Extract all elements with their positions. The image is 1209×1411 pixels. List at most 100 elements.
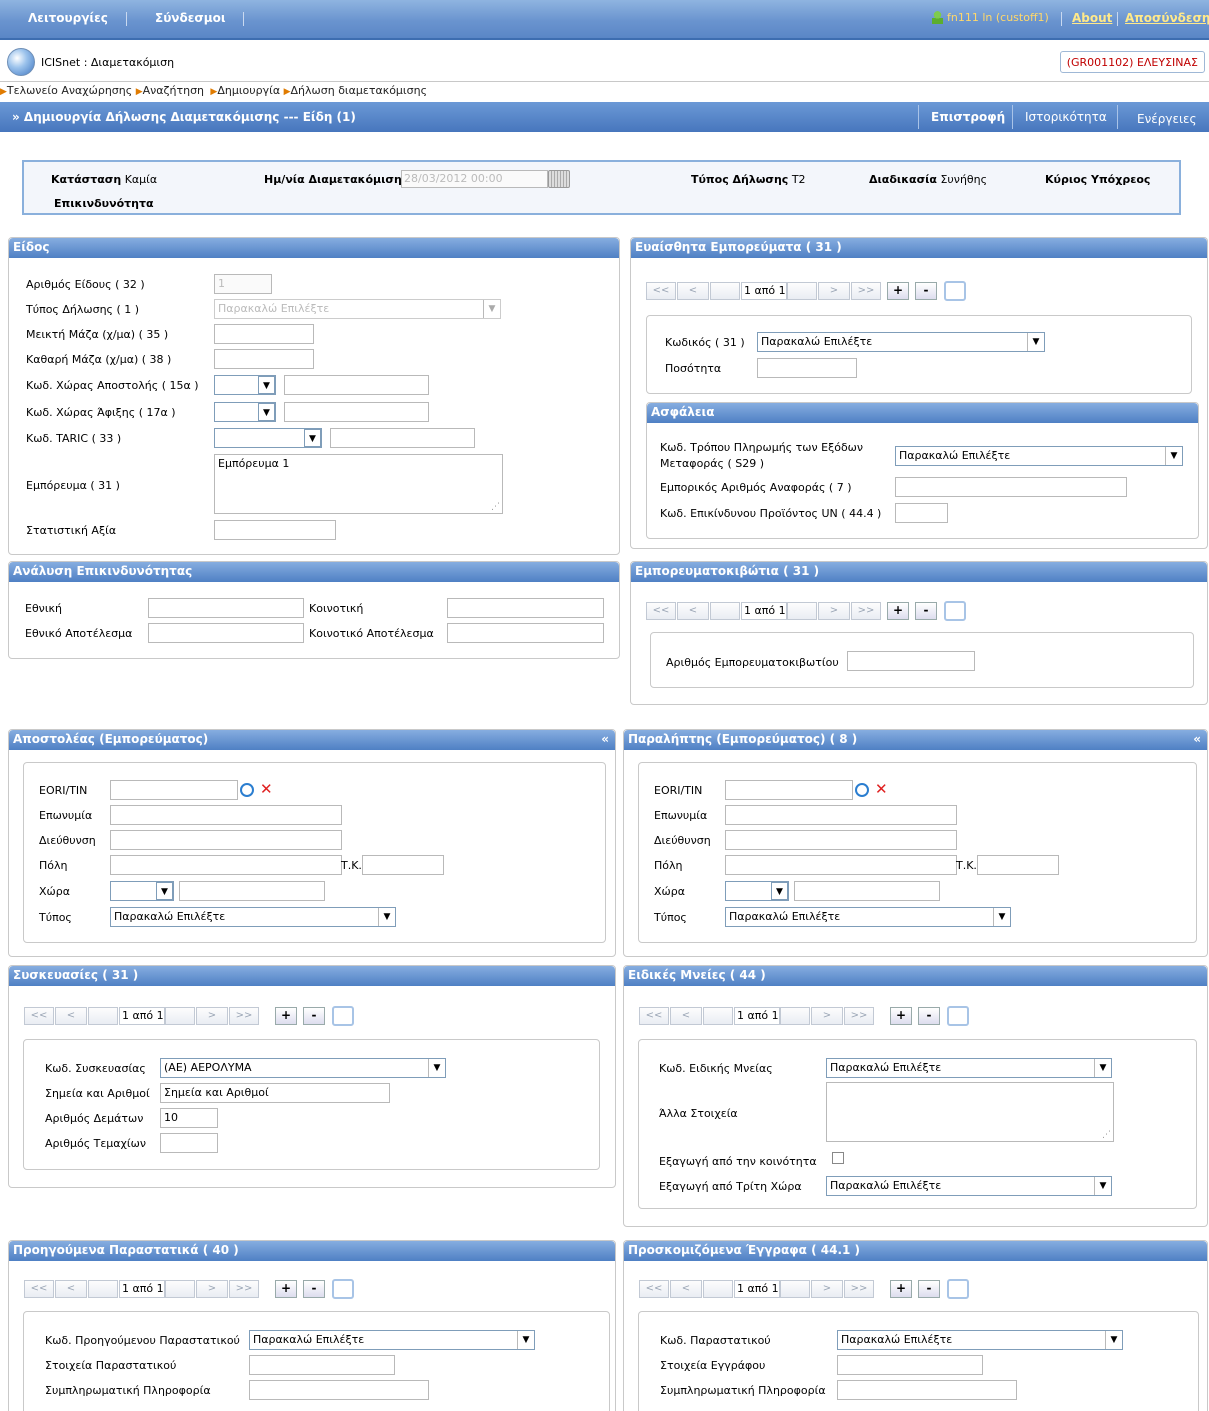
doc-info-field[interactable] (837, 1380, 1017, 1400)
last-page-button[interactable]: >> (229, 1280, 259, 1298)
first-page-button[interactable]: << (646, 602, 676, 620)
next-page-button[interactable]: > (811, 1280, 843, 1298)
prev-doc-info-field[interactable] (249, 1380, 429, 1400)
remove-row-button[interactable]: - (918, 1280, 940, 1298)
dispatch-country-name-field[interactable] (284, 375, 429, 395)
goods-description-textarea[interactable]: Εμπόρευμα 1 ⋰ (214, 454, 503, 514)
prev-page-button[interactable]: < (670, 1280, 702, 1298)
national-field[interactable] (148, 598, 304, 618)
taric-select[interactable]: ▼ (214, 428, 322, 448)
community-field[interactable] (447, 598, 604, 618)
close-icon[interactable]: ✕ (875, 780, 888, 798)
package-kind-select[interactable]: (AE) ΑΕΡΟΛΥΜΑ ▼ (160, 1058, 446, 1078)
remove-row-button[interactable]: - (303, 1007, 325, 1025)
prev-doc-data-field[interactable] (249, 1355, 395, 1375)
container-number-field[interactable] (847, 651, 975, 671)
marks-field[interactable]: Σημεία και Αριθμοί (160, 1083, 390, 1103)
consignor-country-name-field[interactable] (179, 881, 325, 901)
prev-page-button[interactable]: < (55, 1280, 87, 1298)
prev-page-button[interactable]: < (677, 602, 709, 620)
collapse-icon[interactable]: « (601, 732, 609, 746)
consignor-country-select[interactable]: ▼ (110, 881, 174, 901)
other-info-textarea[interactable]: ⋰ (826, 1082, 1114, 1142)
consignee-country-name-field[interactable] (794, 881, 940, 901)
consignee-city-field[interactable] (725, 855, 957, 875)
consignor-zip-field[interactable] (362, 855, 444, 875)
consignor-name-field[interactable] (110, 805, 342, 825)
add-row-button[interactable]: + (275, 1280, 297, 1298)
last-page-button[interactable]: >> (851, 282, 881, 300)
first-page-button[interactable]: << (639, 1280, 669, 1298)
grid-icon[interactable] (332, 1006, 354, 1026)
about-link[interactable]: About (1072, 11, 1112, 25)
first-page-button[interactable]: << (24, 1280, 54, 1298)
last-page-button[interactable]: >> (844, 1280, 874, 1298)
net-mass-field[interactable] (214, 349, 314, 369)
grid-icon[interactable] (332, 1279, 354, 1299)
prev-page-button[interactable]: < (670, 1007, 702, 1025)
doc-data-field[interactable] (837, 1355, 983, 1375)
menu-functions[interactable]: Λειτουργίες (28, 11, 108, 25)
remove-row-button[interactable]: - (915, 282, 937, 300)
breadcrumb-item[interactable]: Δημιουργία (217, 84, 280, 97)
export-tc-select[interactable]: Παρακαλώ Επιλέξτε ▼ (826, 1176, 1112, 1196)
un-code-field[interactable] (895, 503, 948, 523)
next-page-button[interactable]: > (818, 282, 850, 300)
next-page-button[interactable]: > (196, 1007, 228, 1025)
consignor-eori-field[interactable] (110, 780, 238, 800)
grid-icon[interactable] (947, 1279, 969, 1299)
add-row-button[interactable]: + (275, 1007, 297, 1025)
special-code-select[interactable]: Παρακαλώ Επιλέξτε ▼ (826, 1058, 1112, 1078)
consignee-zip-field[interactable] (977, 855, 1059, 875)
dispatch-country-select[interactable]: ▼ (214, 375, 276, 395)
sensitive-code-select[interactable]: Παρακαλώ Επιλέξτε ▼ (757, 332, 1045, 352)
consignor-type-select[interactable]: Παρακαλώ Επιλέξτε ▼ (110, 907, 396, 927)
grid-icon[interactable] (947, 1006, 969, 1026)
collapse-icon[interactable]: « (1193, 732, 1201, 746)
prev-page-button[interactable]: < (55, 1007, 87, 1025)
breadcrumb-item[interactable]: Τελωνείο Αναχώρησης (7, 84, 132, 97)
add-row-button[interactable]: + (890, 1007, 912, 1025)
back-button[interactable]: Επιστροφή (931, 110, 1005, 124)
payment-method-select[interactable]: Παρακαλώ Επιλέξτε ▼ (895, 446, 1183, 466)
consignee-type-select[interactable]: Παρακαλώ Επιλέξτε ▼ (725, 907, 1011, 927)
remove-row-button[interactable]: - (915, 602, 937, 620)
calendar-icon[interactable] (548, 170, 570, 188)
consignee-address-field[interactable] (725, 830, 957, 850)
breadcrumb-item[interactable]: Αναζήτηση (143, 84, 204, 97)
national-result-field[interactable] (148, 623, 304, 643)
destination-country-name-field[interactable] (284, 402, 429, 422)
add-row-button[interactable]: + (887, 282, 909, 300)
actions-button[interactable]: Ενέργειες (1137, 112, 1197, 126)
consignee-country-select[interactable]: ▼ (725, 881, 789, 901)
consignee-eori-field[interactable] (725, 780, 853, 800)
grid-icon[interactable] (944, 281, 966, 301)
last-page-button[interactable]: >> (851, 602, 881, 620)
close-icon[interactable]: ✕ (260, 780, 273, 798)
prev-page-button[interactable]: < (677, 282, 709, 300)
pieces-count-field[interactable] (160, 1133, 218, 1153)
community-result-field[interactable] (447, 623, 604, 643)
export-ec-checkbox[interactable] (832, 1152, 844, 1164)
transit-date-field[interactable]: 28/03/2012 00:00 (401, 170, 548, 188)
doc-code-select[interactable]: Παρακαλώ Επιλέξτε ▼ (837, 1330, 1123, 1350)
last-page-button[interactable]: >> (229, 1007, 259, 1025)
logout-link[interactable]: Αποσύνδεση (1125, 11, 1209, 25)
commercial-reference-field[interactable] (895, 477, 1127, 497)
next-page-button[interactable]: > (811, 1007, 843, 1025)
next-page-button[interactable]: > (818, 602, 850, 620)
remove-row-button[interactable]: - (918, 1007, 940, 1025)
item-number-field[interactable]: 1 (214, 274, 272, 294)
gross-mass-field[interactable] (214, 324, 314, 344)
menu-links[interactable]: Σύνδεσμοι (155, 11, 226, 25)
consignor-address-field[interactable] (110, 830, 342, 850)
prev-doc-code-select[interactable]: Παρακαλώ Επιλέξτε ▼ (249, 1330, 535, 1350)
history-button[interactable]: Ιστορικότητα (1025, 110, 1107, 124)
last-page-button[interactable]: >> (844, 1007, 874, 1025)
add-row-button[interactable]: + (887, 602, 909, 620)
search-icon[interactable] (855, 783, 869, 797)
grid-icon[interactable] (944, 601, 966, 621)
statistical-value-field[interactable] (214, 520, 336, 540)
next-page-button[interactable]: > (196, 1280, 228, 1298)
resize-grip-icon[interactable]: ⋰ (1102, 1130, 1111, 1140)
